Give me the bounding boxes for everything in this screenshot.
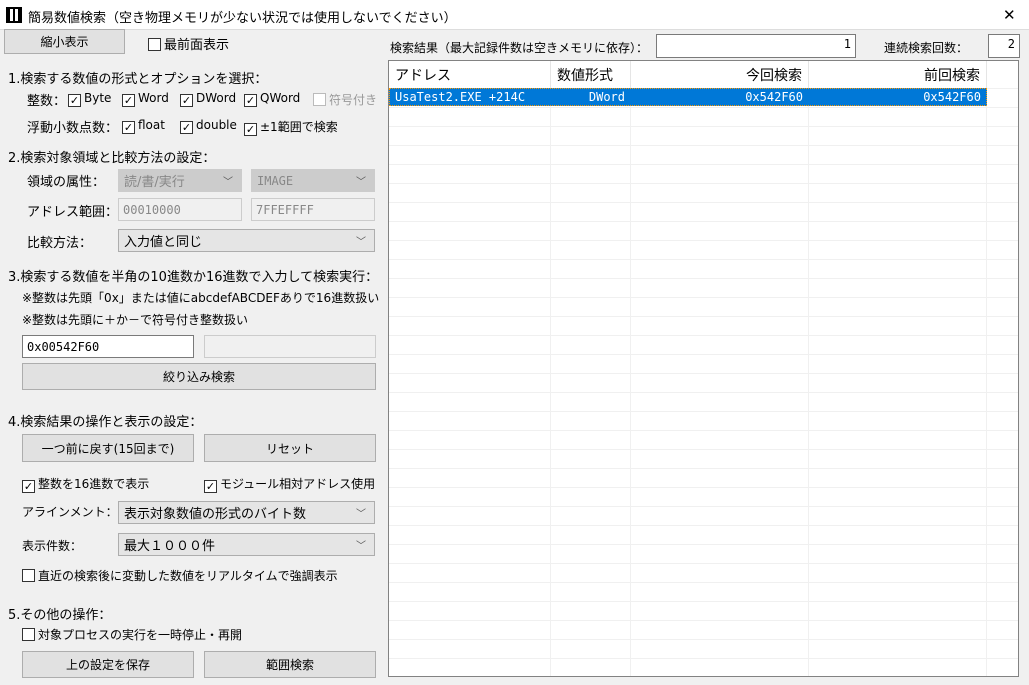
- float-checkbox[interactable]: ✓ float: [122, 118, 165, 134]
- word-label: Word: [138, 91, 169, 105]
- search-value-input[interactable]: 0x00542F60: [22, 335, 194, 358]
- sign-note: ※整数は先頭に＋か－で符号付き整数扱い: [22, 313, 249, 327]
- relative-address-checkbox[interactable]: ✓ モジュール相対アドレス使用: [204, 475, 375, 493]
- highlight-label: 直近の検索後に変動した数値をリアルタイムで強調表示: [38, 569, 338, 583]
- word-checkbox[interactable]: ✓ Word: [122, 91, 169, 107]
- repeat-label: 連続検索回数：: [884, 41, 969, 55]
- save-settings-button[interactable]: 上の設定を保存: [22, 651, 194, 678]
- region-value: 読/書/実行: [124, 175, 185, 190]
- hex-display-label: 整数を16進数で表示: [38, 477, 150, 491]
- topmost-checkbox[interactable]: 最前面表示: [148, 34, 229, 53]
- byte-checkbox[interactable]: ✓ Byte: [68, 91, 111, 107]
- region-select: 読/書/実行 ﹀: [118, 169, 242, 192]
- chevron-down-icon: ﹀: [356, 509, 366, 520]
- column-header-address[interactable]: アドレス: [389, 61, 551, 88]
- section2-title: 2.検索対象領域と比較方法の設定：: [8, 151, 216, 166]
- double-checkbox[interactable]: ✓ double: [180, 118, 237, 134]
- row-current: 0x542F60: [745, 90, 803, 104]
- chevron-down-icon: ﹀: [356, 177, 366, 188]
- column-divider: [631, 61, 809, 676]
- signed-label: 符号付き: [329, 93, 378, 107]
- search-value2-input: [204, 335, 376, 358]
- narrow-search-button[interactable]: 絞り込み検索: [22, 363, 376, 390]
- undo-button[interactable]: 一つ前に戻す(15回まで): [22, 434, 194, 462]
- column-divider: [389, 61, 551, 676]
- row-address: UsaTest2.EXE +214C: [395, 90, 526, 104]
- region-type-select: IMAGE ﹀: [251, 169, 375, 192]
- signed-checkbox: 符号付き: [313, 91, 377, 108]
- align-value: 表示対象数値の形式のバイト数: [124, 507, 307, 522]
- section1-title: 1.検索する数値の形式とオプションを選択：: [8, 72, 268, 87]
- count-label: 表示件数：: [22, 539, 83, 553]
- section4-title: 4.検索結果の操作と表示の設定：: [8, 415, 203, 430]
- compare-label: 比較方法：: [27, 236, 93, 251]
- pause-checkbox[interactable]: 対象プロセスの実行を一時停止・再開: [22, 626, 242, 643]
- byte-label: Byte: [84, 91, 112, 105]
- section3-title: 3.検索する数値を半角の10進数か16進数で入力して検索実行：: [8, 270, 379, 285]
- topmost-label: 最前面表示: [164, 38, 230, 53]
- count-value: 最大１０００件: [124, 539, 216, 554]
- reset-button[interactable]: リセット: [204, 434, 376, 462]
- count-select[interactable]: 最大１０００件 ﹀: [118, 533, 375, 556]
- column-header-previous[interactable]: 前回検索: [809, 61, 987, 88]
- repeat-count: 2: [988, 34, 1020, 58]
- checkbox-box[interactable]: [148, 38, 161, 51]
- range-search-button[interactable]: 範囲検索: [204, 651, 376, 678]
- range1-label: ±1範囲で検索: [260, 120, 338, 134]
- results-list[interactable]: アドレス 数値形式 今回検索 前回検索 UsaTest2.EXE +214C D…: [388, 60, 1019, 677]
- compare-select[interactable]: 入力値と同じ ﹀: [118, 229, 375, 252]
- qword-checkbox[interactable]: ✓ QWord: [244, 91, 300, 107]
- chevron-down-icon: ﹀: [356, 541, 366, 552]
- title-bar: 簡易数値検索（空き物理メモリが少ない状況では使用しないでください） ✕: [0, 0, 1029, 30]
- window-title: 簡易数値検索（空き物理メモリが少ない状況では使用しないでください）: [28, 11, 457, 26]
- region-label: 領域の属性：: [27, 175, 106, 190]
- float-label: 浮動小数点数：: [27, 121, 119, 136]
- column-header-type[interactable]: 数値形式: [551, 61, 631, 88]
- align-select[interactable]: 表示対象数値の形式のバイト数 ﹀: [118, 501, 375, 524]
- region-type-value: IMAGE: [257, 173, 294, 188]
- app-icon: [6, 7, 22, 23]
- range1-checkbox[interactable]: ✓ ±1範囲で検索: [244, 118, 338, 136]
- dword-label: DWord: [196, 91, 237, 105]
- float-option-label: float: [138, 118, 165, 132]
- relative-address-label: モジュール相対アドレス使用: [220, 477, 376, 491]
- qword-label: QWord: [260, 91, 301, 105]
- double-label: double: [196, 118, 237, 132]
- column-divider: [551, 61, 631, 676]
- range-start-input: 00010000: [118, 198, 242, 221]
- compare-value: 入力値と同じ: [124, 235, 203, 250]
- column-header-current[interactable]: 今回検索: [631, 61, 809, 88]
- hex-display-checkbox[interactable]: ✓ 整数を16進数で表示: [22, 475, 149, 493]
- chevron-down-icon: ﹀: [223, 177, 233, 188]
- column-divider: [809, 61, 987, 676]
- row-type: DWord: [588, 90, 625, 104]
- section5-title: 5.その他の操作：: [8, 608, 112, 623]
- highlight-checkbox[interactable]: 直近の検索後に変動した数値をリアルタイムで強調表示: [22, 567, 338, 584]
- hex-note: ※整数は先頭「0x」または値にabcdefABCDEFありで16進数扱い: [22, 291, 380, 305]
- align-label: アラインメント：: [22, 505, 118, 519]
- row-previous: 0x542F60: [923, 90, 981, 104]
- dword-checkbox[interactable]: ✓ DWord: [180, 91, 236, 107]
- chevron-down-icon: ﹀: [356, 237, 366, 248]
- int-label: 整数：: [27, 94, 67, 109]
- range-label: アドレス範囲：: [27, 205, 119, 220]
- results-label: 検索結果（最大記録件数は空きメモリに依存）：: [390, 41, 649, 55]
- pause-label: 対象プロセスの実行を一時停止・再開: [38, 628, 243, 642]
- shrink-button[interactable]: 縮小表示: [4, 29, 125, 54]
- close-button[interactable]: ✕: [1003, 6, 1016, 24]
- results-count: 1: [656, 34, 856, 58]
- range-end-input: 7FFEFFFF: [251, 198, 375, 221]
